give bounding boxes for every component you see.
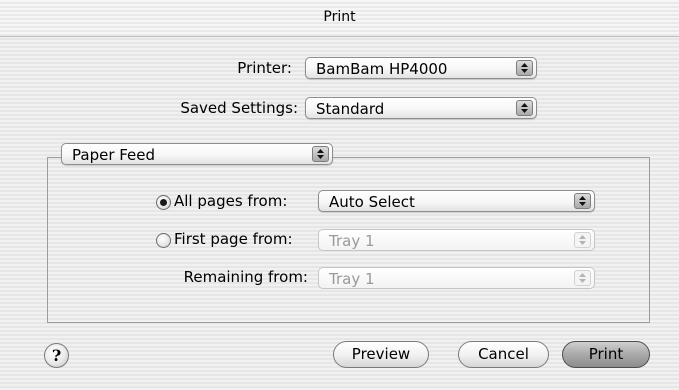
radio-selected-dot (160, 199, 167, 206)
all-pages-value: Auto Select (329, 193, 415, 211)
remaining-popup[interactable]: Tray 1 (318, 267, 595, 289)
first-page-label[interactable]: First page from: (174, 230, 293, 248)
up-down-arrows-icon (516, 60, 533, 76)
saved-settings-popup[interactable]: Standard (305, 97, 537, 119)
question-mark-icon[interactable]: ? (44, 343, 69, 368)
up-down-arrows-icon (516, 100, 533, 116)
window-title: Print (323, 9, 356, 25)
all-pages-radio[interactable] (156, 195, 171, 210)
all-pages-label[interactable]: All pages from: (174, 192, 287, 210)
remaining-value: Tray 1 (329, 270, 375, 288)
printer-popup[interactable]: BamBam HP4000 (305, 57, 537, 79)
panel-value: Paper Feed (72, 146, 156, 164)
cancel-button[interactable]: Cancel (458, 341, 549, 368)
preview-button[interactable]: Preview (333, 341, 429, 368)
up-down-arrows-icon (312, 146, 329, 162)
window-titlebar: Print (0, 0, 679, 37)
panel-popup[interactable]: Paper Feed (61, 143, 333, 165)
printer-label: Printer: (237, 59, 292, 77)
saved-settings-label: Saved Settings: (180, 99, 298, 117)
print-button[interactable]: Print (562, 341, 650, 368)
up-down-arrows-icon (574, 232, 591, 248)
first-page-radio[interactable] (156, 233, 171, 248)
printer-value: BamBam HP4000 (316, 60, 448, 78)
all-pages-popup[interactable]: Auto Select (318, 190, 595, 212)
saved-settings-value: Standard (316, 100, 385, 118)
remaining-label: Remaining from: (183, 268, 308, 286)
up-down-arrows-icon (574, 270, 591, 286)
first-page-popup[interactable]: Tray 1 (318, 229, 595, 251)
up-down-arrows-icon (574, 193, 591, 209)
first-page-value: Tray 1 (329, 232, 375, 250)
